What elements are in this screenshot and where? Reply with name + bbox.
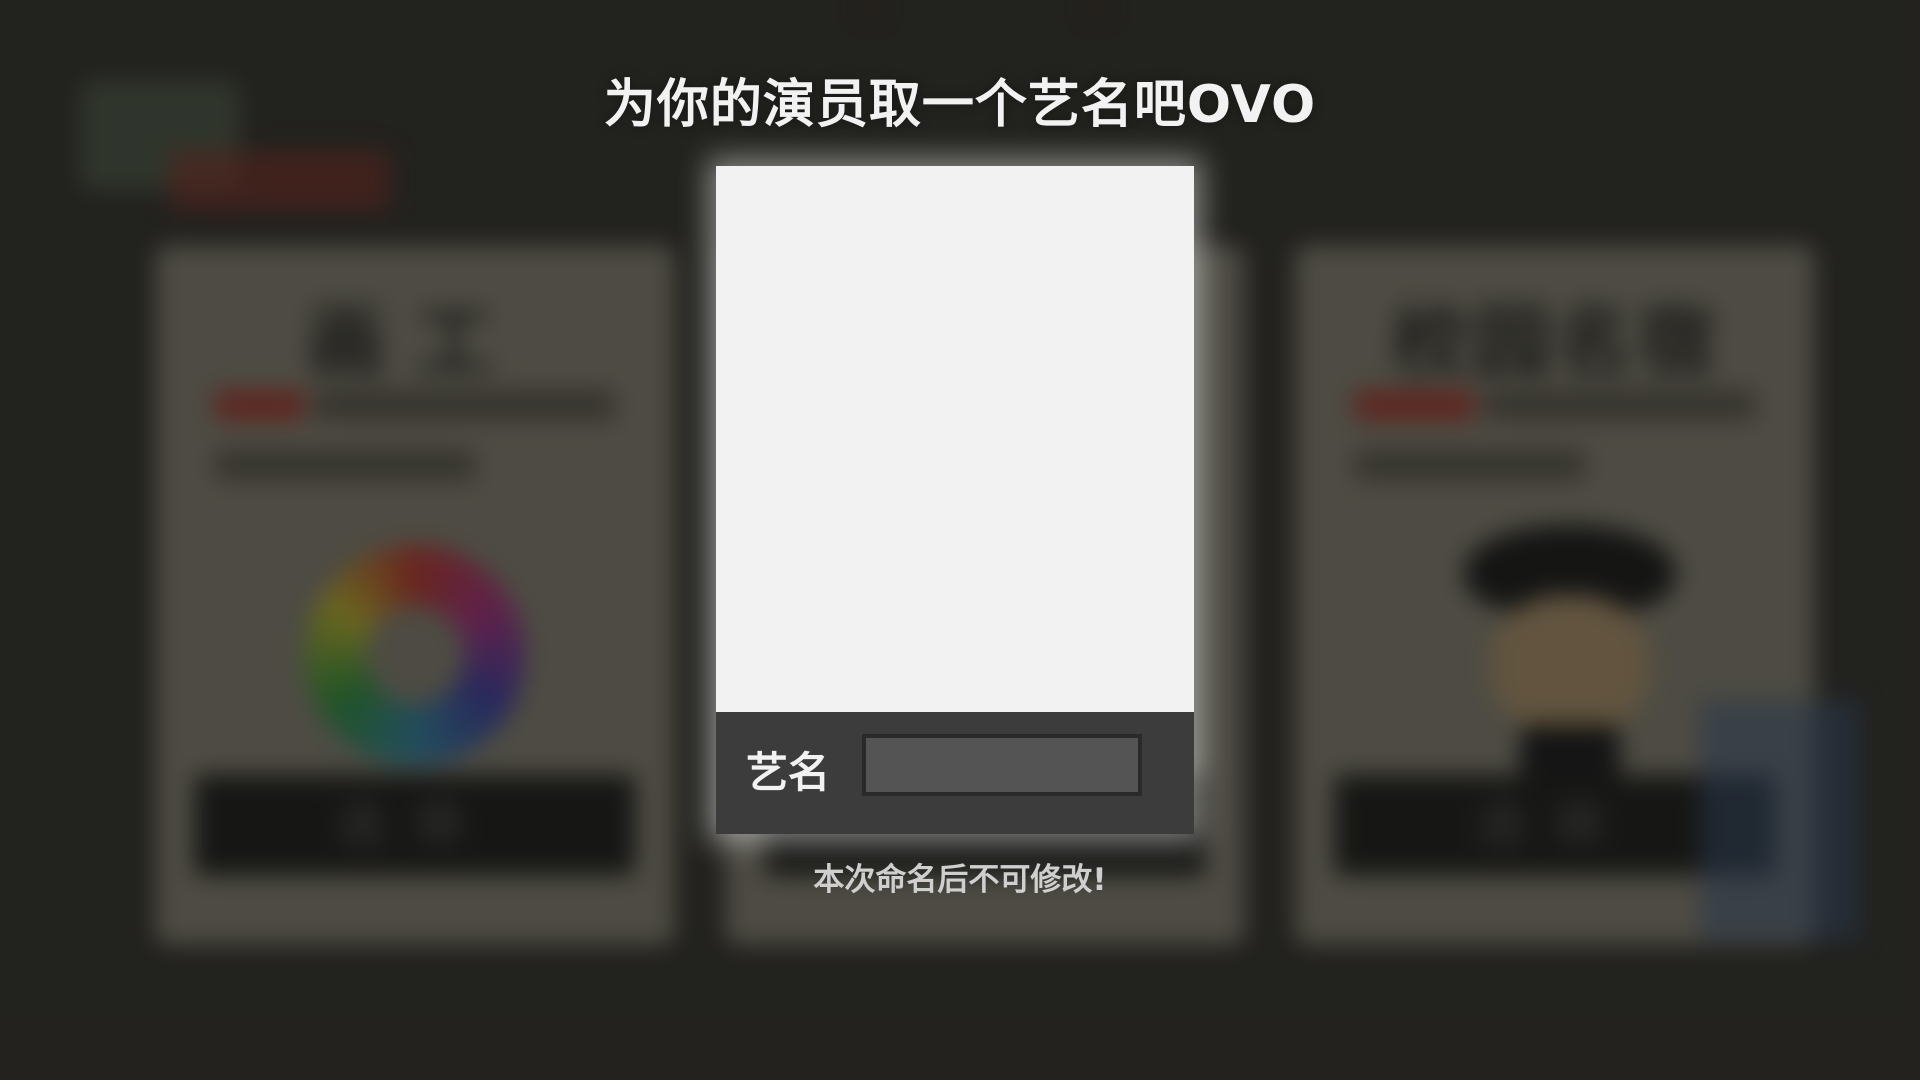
background-text-line: [215, 390, 305, 420]
background-text-line: [315, 390, 615, 420]
actor-card: 艺名: [716, 166, 1194, 834]
actor-portrait: [716, 166, 1194, 712]
background-card-left: 画工 选择: [155, 245, 675, 945]
graduate-face-illustration: [1490, 595, 1650, 735]
modal-title: 为你的演员取一个艺名吧OVO: [603, 75, 1317, 135]
stage-name-label: 艺名: [746, 748, 831, 797]
stage-name-input[interactable]: [862, 734, 1142, 796]
game-screen: 画工 选择 校园名宿 选择 为你的演员取一个艺名吧OVO 艺名 本次命名后不可修…: [0, 0, 1920, 1080]
rename-warning: 本次命名后不可修改!: [813, 862, 1107, 898]
background-text-line: [1355, 390, 1475, 420]
background-text-line: [1355, 450, 1585, 480]
background-red-mark: [170, 150, 390, 210]
color-wheel-illustration: [305, 545, 525, 765]
name-bar: 艺名: [716, 712, 1194, 834]
background-blue-panel: [1700, 700, 1860, 940]
background-text-line: [1485, 390, 1755, 420]
background-card-heading: 画工: [306, 298, 523, 388]
background-text-line: [215, 450, 475, 480]
background-card-heading: 校园名宿: [1390, 298, 1719, 388]
